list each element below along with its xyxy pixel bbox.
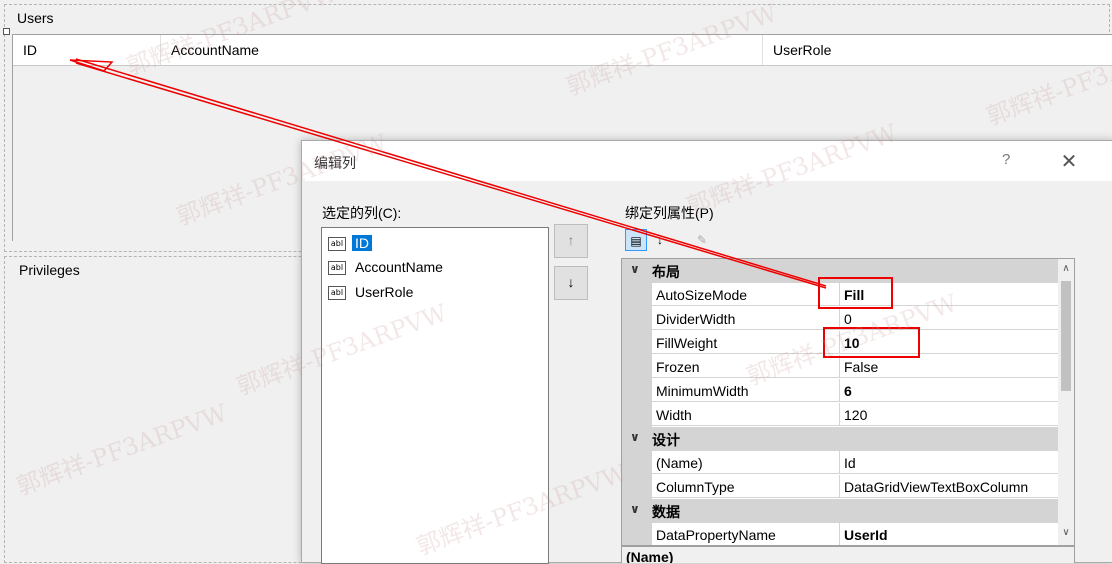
annotation-arrow: [69, 58, 827, 289]
